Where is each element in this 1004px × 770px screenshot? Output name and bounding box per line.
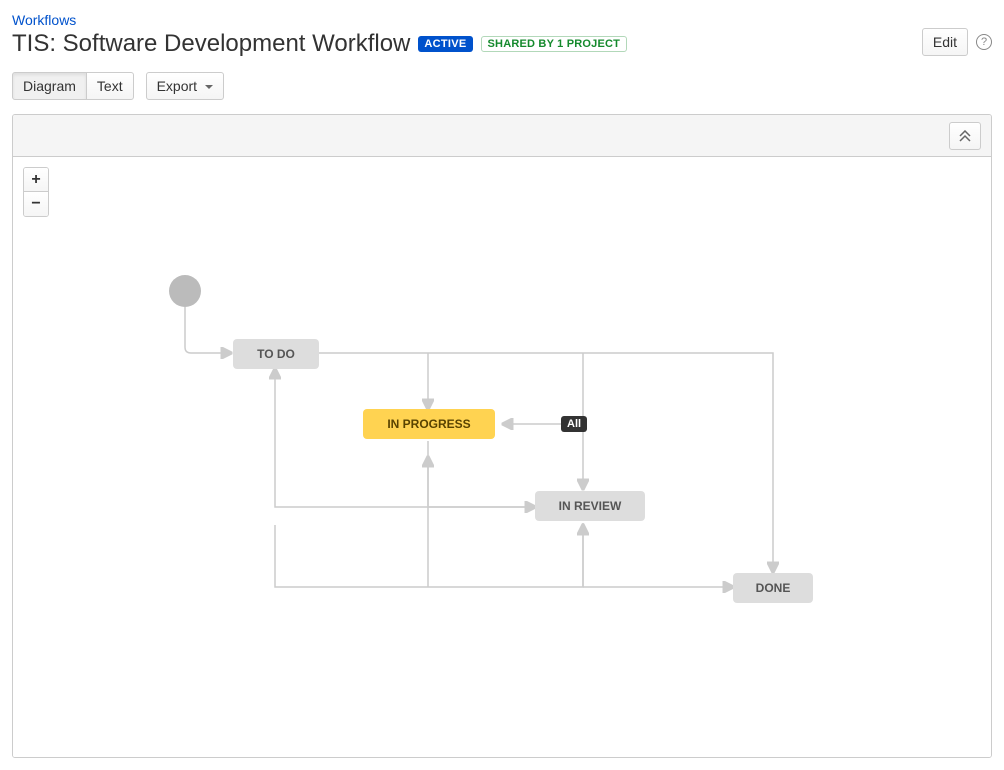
export-button[interactable]: Export bbox=[146, 72, 224, 100]
zoom-out-button[interactable]: − bbox=[24, 192, 48, 216]
collapse-toolbar-button[interactable] bbox=[949, 122, 981, 150]
chevron-double-up-icon bbox=[958, 130, 972, 142]
status-badge-active: ACTIVE bbox=[418, 36, 472, 52]
zoom-in-button[interactable]: + bbox=[24, 168, 48, 192]
start-node[interactable] bbox=[169, 275, 201, 307]
chevron-down-icon bbox=[205, 85, 213, 89]
diagram-toolbar bbox=[13, 115, 991, 157]
view-toolbar: Diagram Text Export bbox=[12, 72, 992, 100]
status-node-in-progress[interactable]: IN PROGRESS bbox=[363, 409, 495, 439]
status-badge-shared[interactable]: SHARED BY 1 PROJECT bbox=[481, 36, 628, 52]
status-node-done[interactable]: DONE bbox=[733, 573, 813, 603]
view-mode-group: Diagram Text bbox=[12, 72, 134, 100]
page-title: TIS: Software Development Workflow bbox=[12, 30, 410, 58]
diagram-canvas[interactable]: + − bbox=[13, 157, 991, 757]
status-node-todo[interactable]: TO DO bbox=[233, 339, 319, 369]
edit-button[interactable]: Edit bbox=[922, 28, 968, 56]
zoom-controls: + − bbox=[23, 167, 49, 217]
status-node-in-review[interactable]: IN REVIEW bbox=[535, 491, 645, 521]
transition-label-all[interactable]: All bbox=[561, 416, 587, 432]
help-icon[interactable]: ? bbox=[976, 34, 992, 50]
tab-text[interactable]: Text bbox=[86, 72, 134, 100]
export-label: Export bbox=[157, 78, 197, 94]
breadcrumb-workflows[interactable]: Workflows bbox=[12, 12, 922, 28]
diagram-edges bbox=[13, 157, 991, 757]
diagram-panel: + − bbox=[12, 114, 992, 758]
tab-diagram[interactable]: Diagram bbox=[12, 72, 87, 100]
